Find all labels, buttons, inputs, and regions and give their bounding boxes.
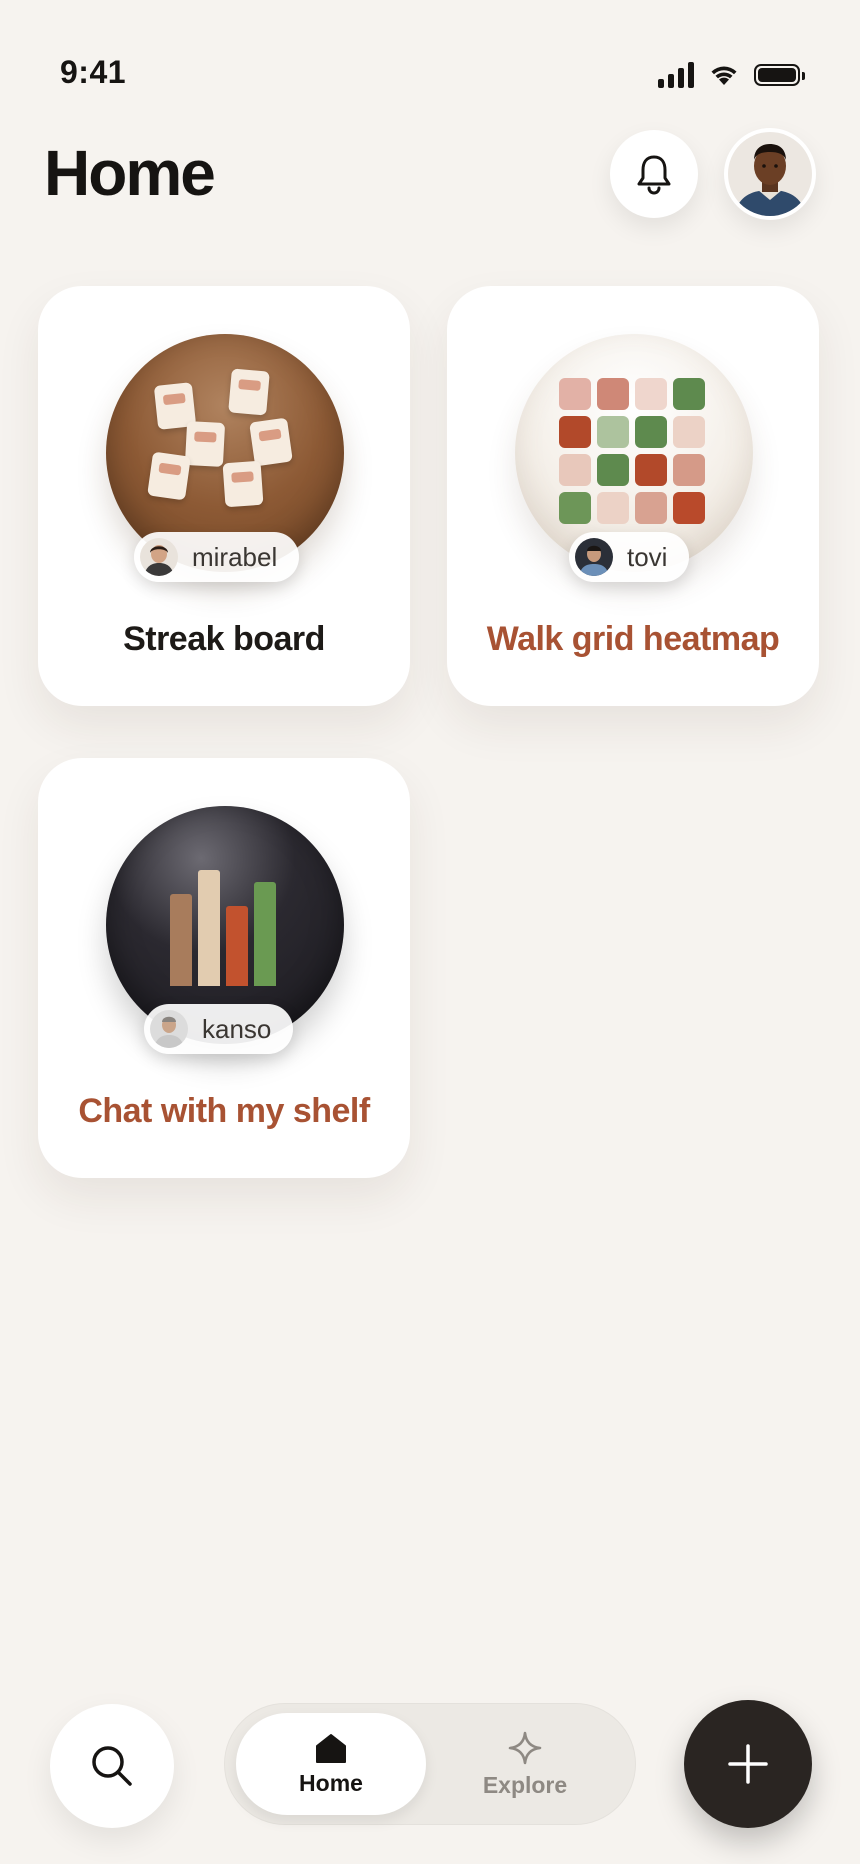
author-name: tovi	[627, 541, 668, 572]
card-title: Streak board	[123, 620, 325, 658]
tab-label: Home	[299, 1769, 363, 1796]
status-time: 9:41	[60, 54, 127, 90]
author-name: kanso	[202, 1013, 272, 1044]
author-chip[interactable]: tovi	[569, 532, 690, 582]
plus-icon	[728, 1744, 768, 1784]
profile-avatar-button[interactable]	[724, 128, 816, 220]
card-streak-board[interactable]: mirabel Streak board	[38, 286, 410, 706]
author-chip[interactable]: kanso	[144, 1004, 294, 1054]
status-icons	[658, 62, 805, 88]
author-avatar	[575, 538, 613, 576]
home-icon	[316, 1733, 346, 1763]
tab-label: Explore	[482, 1771, 568, 1798]
card-title: Chat with my shelf	[78, 1092, 370, 1130]
notifications-button[interactable]	[610, 130, 698, 218]
tab-explore[interactable]: Explore	[430, 1713, 620, 1815]
avatar	[728, 132, 812, 216]
tab-home[interactable]: Home	[236, 1713, 426, 1815]
author-name: mirabel	[192, 541, 278, 572]
card-title: Walk grid heatmap	[486, 620, 780, 658]
bell-icon	[637, 155, 671, 195]
author-avatar	[150, 1010, 188, 1048]
author-chip[interactable]: mirabel	[134, 532, 300, 582]
page-title: Home	[44, 137, 216, 209]
search-icon	[92, 1746, 132, 1786]
author-avatar	[140, 538, 178, 576]
sparkle-icon	[508, 1731, 542, 1764]
search-button[interactable]	[50, 1704, 174, 1828]
card-walk-grid-heatmap[interactable]: tovi Walk grid heatmap	[447, 286, 819, 706]
wifi-icon	[711, 66, 737, 85]
signal-icon	[658, 62, 694, 88]
battery-icon	[754, 64, 805, 86]
card-chat-with-my-shelf[interactable]: kanso Chat with my shelf	[38, 758, 410, 1178]
add-button[interactable]	[684, 1700, 812, 1828]
tab-bar: Home Explore	[224, 1703, 636, 1825]
